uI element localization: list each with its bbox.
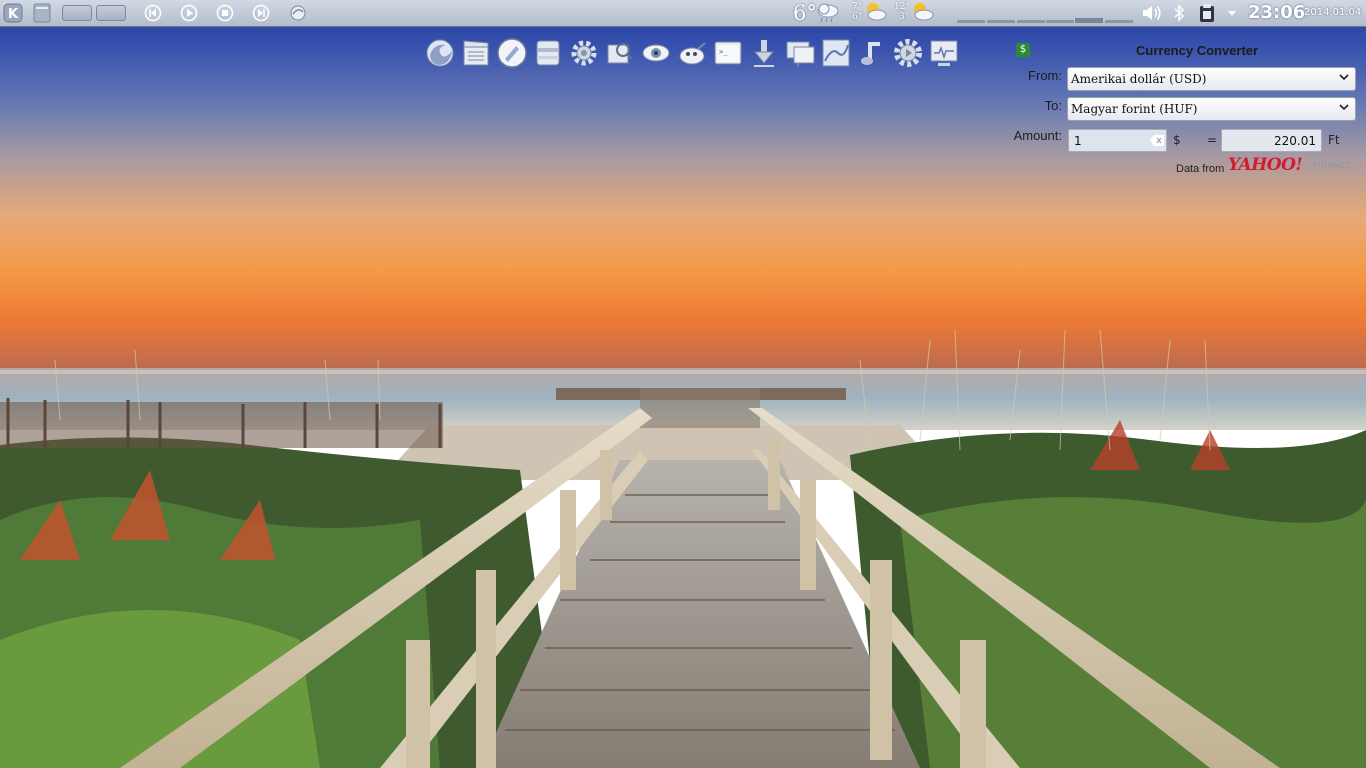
- chevron-down-icon[interactable]: [1226, 3, 1238, 23]
- cpu-monitor-bar[interactable]: [957, 20, 985, 23]
- forecast-2-high: 12°: [894, 2, 910, 12]
- volume-icon[interactable]: [1140, 3, 1164, 23]
- forecast-1-high: 7°: [852, 2, 863, 12]
- system-settings-icon[interactable]: [892, 37, 924, 69]
- amount-label: Amount:: [1013, 128, 1062, 143]
- disk-monitor-bar[interactable]: [1075, 18, 1103, 23]
- data-source-label: Data from: [1176, 163, 1225, 175]
- image-viewer-icon[interactable]: [604, 37, 636, 69]
- terminal-icon[interactable]: >_: [712, 37, 744, 69]
- office-chart-icon[interactable]: [820, 37, 852, 69]
- yahoo-logo[interactable]: YAHOO!: [1228, 155, 1303, 175]
- weather-current-temp: 6°: [793, 1, 817, 25]
- net-monitor-bar[interactable]: [1046, 20, 1074, 23]
- to-currency-value: Magyar forint (HUF): [1071, 102, 1198, 116]
- finance-label: FINANCE: [1313, 161, 1352, 170]
- svg-text:>_: >_: [719, 48, 728, 56]
- from-currency-value: Amerikai dollár (USD): [1071, 72, 1207, 86]
- from-currency-select[interactable]: Amerikai dollár (USD): [1067, 67, 1356, 91]
- from-currency-symbol: $: [1173, 133, 1181, 147]
- activity-icon[interactable]: [288, 3, 308, 23]
- download-icon[interactable]: [748, 37, 780, 69]
- next-track-icon[interactable]: [251, 3, 271, 23]
- widget-title: Currency Converter: [1136, 43, 1259, 58]
- file-manager-icon[interactable]: [532, 37, 564, 69]
- clock-date[interactable]: 2014.01.04: [1304, 7, 1361, 18]
- weather-sun-cloud-icon[interactable]: [910, 2, 934, 22]
- widget-handle-icon[interactable]: $: [1016, 43, 1030, 57]
- video-editor-icon[interactable]: [460, 37, 492, 69]
- settings-gear-icon[interactable]: [568, 37, 600, 69]
- clock-time[interactable]: 23:06: [1248, 2, 1305, 23]
- previous-track-icon[interactable]: [143, 3, 163, 23]
- gimp-icon[interactable]: [676, 37, 708, 69]
- result-field[interactable]: 220.01: [1221, 129, 1322, 152]
- to-currency-select[interactable]: Magyar forint (HUF): [1067, 97, 1356, 121]
- show-desktop-icon[interactable]: [31, 3, 53, 23]
- to-currency-symbol: Ft: [1328, 133, 1340, 147]
- pager-desktop-1[interactable]: [62, 5, 92, 21]
- to-label: To:: [1044, 98, 1062, 113]
- weather-sun-cloud-icon[interactable]: [863, 2, 887, 22]
- network-monitor-icon[interactable]: [784, 37, 816, 69]
- ram-monitor-bar[interactable]: [987, 20, 1015, 23]
- from-label: From:: [1028, 68, 1062, 83]
- forecast-1-low: 6°: [852, 12, 863, 22]
- clear-input-icon[interactable]: [1150, 135, 1164, 146]
- chevron-down-icon: [1339, 74, 1349, 81]
- web-browser-icon[interactable]: [496, 37, 528, 69]
- equals-sign: =: [1207, 133, 1218, 147]
- chevron-down-icon: [1339, 104, 1349, 111]
- kde-menu-icon[interactable]: K: [2, 3, 24, 23]
- bluetooth-icon[interactable]: [1171, 3, 1187, 23]
- music-icon[interactable]: [856, 37, 888, 69]
- forecast-2-low: 3°: [899, 12, 910, 22]
- disk2-monitor-bar[interactable]: [1105, 20, 1133, 23]
- eye-icon[interactable]: [640, 37, 672, 69]
- firefox-icon[interactable]: [424, 37, 456, 69]
- currency-converter-widget: $ Currency Converter From: Amerikai doll…: [1006, 40, 1366, 190]
- clipboard-icon[interactable]: [1196, 3, 1218, 23]
- system-monitor-icon[interactable]: [928, 37, 960, 69]
- weather-cloudy-icon[interactable]: [815, 2, 841, 23]
- stop-icon[interactable]: [215, 3, 235, 23]
- pager-desktop-2[interactable]: [96, 5, 126, 21]
- play-icon[interactable]: [179, 3, 199, 23]
- swap-monitor-bar[interactable]: [1017, 20, 1045, 23]
- svg-text:K: K: [8, 7, 19, 22]
- top-panel: K 6° 7° 6° 12° 3° 23:06 2014.01.04: [0, 0, 1366, 27]
